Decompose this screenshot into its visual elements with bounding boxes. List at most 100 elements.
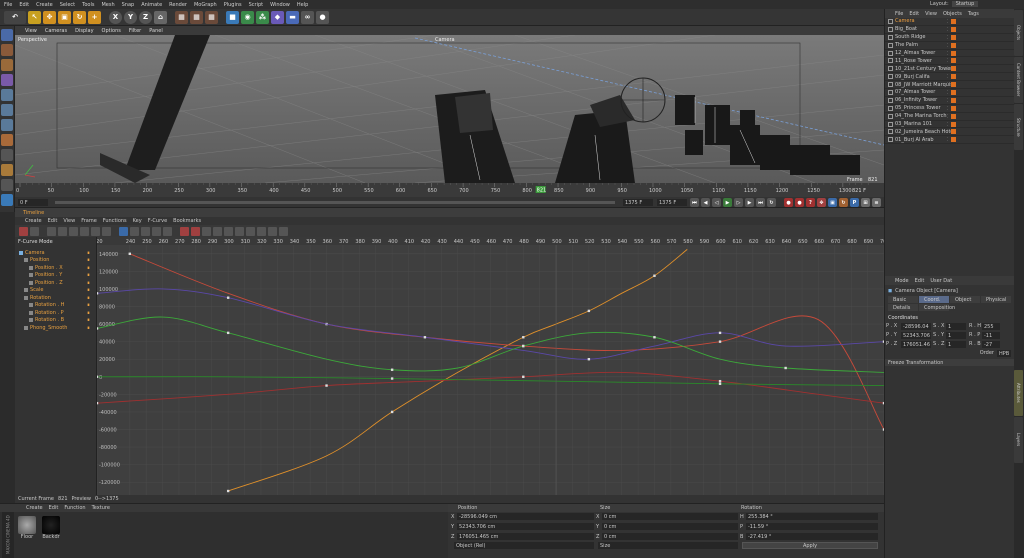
visibility-dots[interactable]: ⁚	[947, 137, 948, 142]
track-lock-icon[interactable]: ∎	[87, 295, 90, 301]
menu-mograph[interactable]: MoGraph	[194, 2, 217, 8]
keyframe-point[interactable]	[587, 309, 591, 313]
keyframe-point[interactable]	[587, 358, 591, 361]
menu-render[interactable]: Render	[169, 2, 187, 8]
autokey-icon[interactable]: ●	[795, 198, 804, 207]
record-position-icon[interactable]: ✥	[817, 198, 826, 207]
track-lock-icon[interactable]: ∎	[87, 265, 90, 271]
timeline-menu-key[interactable]: Key	[133, 218, 142, 224]
start-frame-field[interactable]: 0 F	[18, 199, 48, 206]
timeline-tool-icon[interactable]	[30, 226, 39, 236]
viewport-menu-view[interactable]: View	[25, 28, 37, 34]
object-row[interactable]: 08_JW Marriott Marquis ⁚	[885, 81, 1014, 90]
material-tag-icon[interactable]	[951, 113, 956, 119]
keyframe-point[interactable]	[653, 274, 656, 277]
keyframe-point[interactable]	[97, 327, 99, 330]
visibility-dots[interactable]: ⁚	[947, 114, 948, 119]
visibility-dots[interactable]: ⁚	[947, 98, 948, 103]
snap-icon[interactable]	[1, 164, 13, 176]
timeline-menu-bookmarks[interactable]: Bookmarks	[173, 218, 201, 224]
attr-tab-basic[interactable]: Basic	[888, 296, 918, 303]
timeline-tool-icon[interactable]	[80, 226, 89, 236]
object-row[interactable]: 02_Jumeira Beach Hote ⁚	[885, 128, 1014, 137]
object-row[interactable]: Camera ⁚	[885, 18, 1014, 26]
record-pla-icon[interactable]: ⊞	[861, 198, 870, 207]
material-tag-icon[interactable]	[951, 34, 956, 40]
visibility-dots[interactable]: ⁚	[947, 74, 948, 79]
viewport-menu-options[interactable]: Options	[102, 28, 121, 34]
current-frame-field[interactable]: 821 F	[852, 188, 866, 194]
material-tag-icon[interactable]	[951, 89, 956, 95]
menu-plugins[interactable]: Plugins	[224, 2, 242, 8]
rotation-field[interactable]: -11.59 °	[746, 523, 878, 530]
keyframe-point[interactable]	[97, 375, 99, 378]
light-icon[interactable]: ●	[316, 10, 329, 24]
rotation-field[interactable]: 255.384 °	[746, 513, 878, 520]
attr-value-field[interactable]: 1	[946, 341, 966, 348]
visibility-dots[interactable]: ⁚	[947, 129, 948, 134]
menu-mesh[interactable]: Mesh	[101, 2, 114, 8]
record-rotation-icon[interactable]: ↻	[839, 198, 848, 207]
keyframe-point[interactable]	[390, 368, 394, 371]
material-tag-icon[interactable]	[951, 26, 956, 32]
timeline-tool-icon[interactable]	[180, 226, 189, 236]
side-tab-content-browser[interactable]: Content Browser	[1014, 57, 1023, 103]
viewport-menu-display[interactable]: Display	[75, 28, 93, 34]
track-lock-icon[interactable]: ∎	[87, 325, 90, 331]
side-tab-layers[interactable]: Layers	[1014, 417, 1023, 463]
timeline-tool-icon[interactable]	[47, 226, 56, 236]
attr-value-field[interactable]: 52343.706	[901, 332, 931, 339]
visibility-dots[interactable]: ⁚	[947, 51, 948, 56]
add-tool-icon[interactable]: +	[88, 10, 101, 24]
timeline-tool-icon[interactable]	[191, 226, 200, 236]
visibility-dots[interactable]: ⁚	[947, 82, 948, 87]
fcurve-editor[interactable]: 220 240 250 260 270 280 290 300 310 320 330 340 350 3…	[97, 237, 884, 495]
object-row[interactable]: 12_Almas Tower ⁚	[885, 50, 1014, 58]
visibility-dots[interactable]: ⁚	[947, 66, 948, 71]
material-tag-icon[interactable]	[951, 58, 956, 64]
material-swatch[interactable]: Floor	[17, 516, 37, 540]
visibility-dots[interactable]: ⁚	[947, 106, 948, 111]
timeline-menu-fcurve[interactable]: F-Curve	[148, 218, 167, 224]
menu-snap[interactable]: Snap	[122, 2, 135, 8]
subdivision-icon[interactable]: ◉	[241, 10, 254, 24]
keyframe-point[interactable]	[390, 377, 394, 380]
timeline-tool-icon[interactable]	[152, 226, 161, 236]
freeze-transformation-section[interactable]: Freeze Transformation	[885, 359, 1014, 366]
material-tag-icon[interactable]	[951, 82, 956, 88]
object-menu-tags[interactable]: Tags	[968, 11, 979, 17]
track-lock-icon[interactable]: ∎	[87, 272, 90, 278]
position-field[interactable]: 52343.706 cm	[457, 523, 594, 530]
menu-edit[interactable]: Edit	[19, 2, 29, 8]
track-rotation---h[interactable]: Rotation . H ∎	[15, 302, 96, 310]
workplane-mode-icon[interactable]	[1, 74, 13, 86]
object-row[interactable]: 03_Marina 101 ⁚	[885, 121, 1014, 129]
keyframe-point[interactable]	[97, 292, 99, 295]
render-settings-icon[interactable]: ▦	[205, 10, 218, 24]
track-lock-icon[interactable]: ∎	[87, 302, 90, 308]
object-menu-edit[interactable]: Edit	[909, 11, 919, 17]
keyframe-point[interactable]	[522, 375, 525, 378]
track-position---z[interactable]: Position . Z ∎	[15, 279, 96, 287]
size-field[interactable]: 0 cm	[602, 533, 738, 540]
viewport-scene[interactable]: Perspective Camera Frame 821	[15, 35, 884, 183]
attr-value-field[interactable]: 176051.46	[901, 341, 931, 348]
material-tag-icon[interactable]	[951, 50, 956, 56]
object-menu-objects[interactable]: Objects	[943, 11, 962, 17]
track-lock-icon[interactable]: ∎	[87, 257, 90, 263]
render-picture-icon[interactable]: ▦	[190, 10, 203, 24]
order-select[interactable]: HPB	[997, 350, 1011, 357]
menu-animate[interactable]: Animate	[141, 2, 162, 8]
timeline-menu-view[interactable]: View	[63, 218, 75, 224]
material-tag-icon[interactable]	[951, 121, 956, 127]
play-icon[interactable]: ▶	[723, 198, 732, 207]
axis-z-button[interactable]: Z	[139, 10, 152, 24]
visibility-dots[interactable]: ⁚	[947, 27, 948, 32]
material-tag-icon[interactable]	[951, 137, 956, 143]
material-menu-texture[interactable]: Texture	[92, 505, 110, 511]
object-row[interactable]: South Ridge ⁚	[885, 34, 1014, 42]
texture-mode-icon[interactable]	[1, 59, 13, 71]
menu-file[interactable]: File	[4, 2, 12, 8]
menu-tools[interactable]: Tools	[82, 2, 94, 8]
attr-value-field[interactable]: -27	[982, 341, 1000, 348]
